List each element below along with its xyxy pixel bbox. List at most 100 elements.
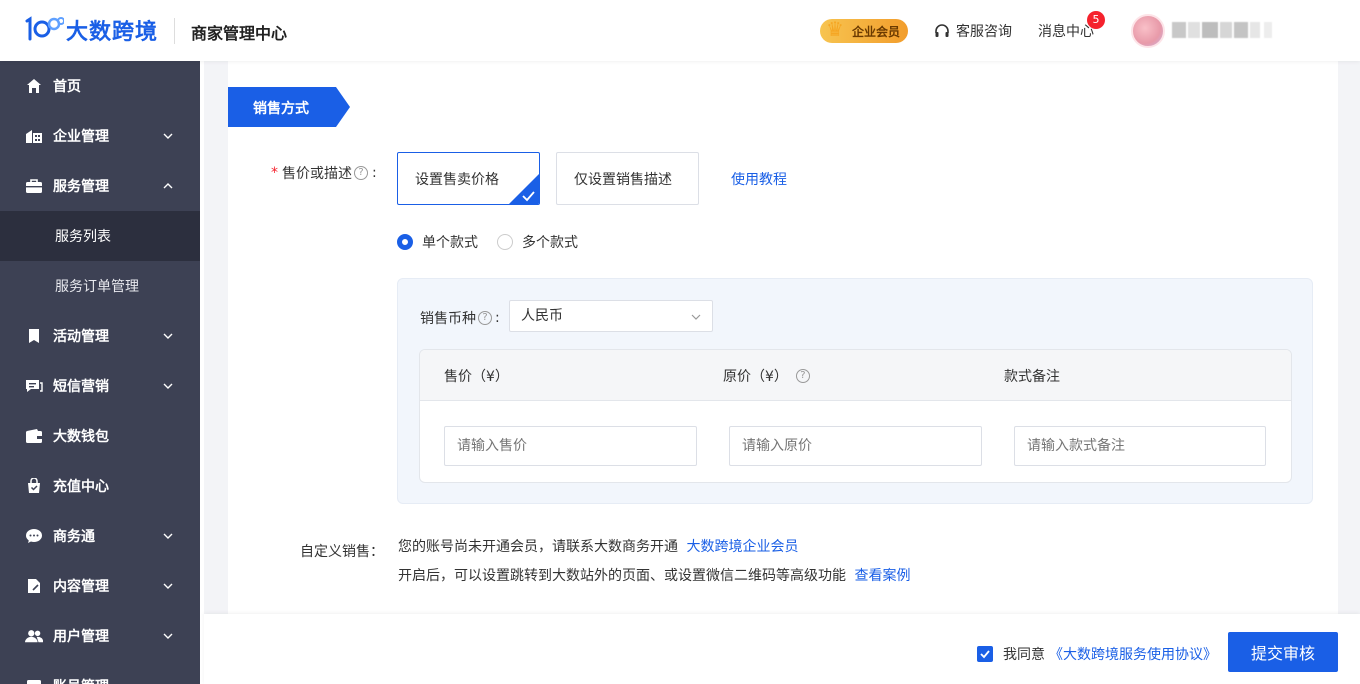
avatar[interactable] (1131, 14, 1165, 48)
agree-text: 我同意 (1003, 647, 1045, 663)
sidebar-item-activity[interactable]: 活动管理 (0, 311, 200, 361)
help-icon[interactable]: ? (478, 311, 492, 325)
system-title: 商家管理中心 (191, 24, 288, 43)
crown-icon: ♛ (826, 17, 844, 41)
radio-unchecked-icon (497, 234, 513, 250)
sidebar-item-recharge[interactable]: 充值中心 (0, 461, 200, 511)
price-table-header: 售价（¥） 原价（¥） ? 款式备注 (420, 350, 1291, 401)
custom-sales-line1: 您的账号尚未开通会员，请联系大数商务开通 大数跨境企业会员 (398, 536, 798, 556)
message-count-badge: 5 (1087, 11, 1105, 29)
sidebar-item-enterprise[interactable]: 企业管理 (0, 111, 200, 161)
customer-service-link[interactable]: 客服咨询 (934, 21, 1012, 41)
original-price-input[interactable] (729, 426, 982, 466)
header-divider (174, 18, 175, 44)
sidebar-item-label: 账号管理 (53, 676, 109, 684)
price-input[interactable] (444, 426, 697, 466)
col-original-header: 原价（¥） ? (723, 366, 810, 386)
vip-badge[interactable]: ♛ 企业会员 (820, 17, 908, 43)
sidebar-item-users[interactable]: 用户管理 (0, 611, 200, 661)
sidebar-item-home[interactable]: 首页 (0, 61, 200, 111)
radio-multi-style[interactable]: 多个款式 (497, 232, 578, 252)
price-or-desc-label: * 售价或描述 ? : (271, 163, 377, 183)
sidebar-item-label: 活动管理 (53, 329, 109, 345)
agreement-link[interactable]: 《大数跨境服务使用协议》 (1049, 644, 1217, 664)
tutorial-link[interactable]: 使用教程 (731, 169, 787, 189)
chat-icon (25, 377, 43, 395)
currency-select[interactable]: 人民币 (509, 300, 713, 332)
sidebar-item-label: 大数钱包 (53, 429, 109, 445)
briefcase-icon (25, 177, 43, 195)
currency-select-value: 人民币 (521, 308, 563, 324)
logo-mark-icon (24, 15, 65, 45)
sidebar-item-label: 首页 (53, 79, 81, 95)
sidebar-item-wallet[interactable]: 大数钱包 (0, 411, 200, 461)
sidebar-item-label: 用户管理 (53, 629, 109, 645)
col-price-header: 售价（¥） (444, 369, 509, 385)
logo-text: 大数跨境 (66, 20, 159, 45)
sidebar-item-label: 短信营销 (53, 379, 109, 395)
sidebar-subitem-service-list[interactable]: 服务列表 (0, 211, 200, 261)
view-case-link[interactable]: 查看案例 (854, 568, 910, 584)
style-radio-group: 单个款式 多个款式 (397, 232, 597, 252)
chevron-down-icon (163, 383, 173, 389)
username-blurred[interactable] (1172, 22, 1282, 38)
document-icon (25, 577, 43, 595)
option-desc-only[interactable]: 仅设置销售描述 (556, 152, 699, 205)
sidebar-item-label: 内容管理 (53, 579, 109, 595)
sidebar-subitem-service-orders[interactable]: 服务订单管理 (0, 261, 200, 311)
sidebar-item-service[interactable]: 服务管理 (0, 161, 200, 211)
chevron-down-icon (163, 533, 173, 539)
required-mark: * (271, 165, 278, 181)
enterprise-member-link[interactable]: 大数跨境企业会员 (686, 539, 798, 555)
radio-checked-icon (397, 234, 413, 250)
style-note-input[interactable] (1014, 426, 1266, 466)
customer-service-label: 客服咨询 (956, 24, 1012, 40)
option-desc-only-label: 仅设置销售描述 (574, 171, 672, 188)
logo[interactable]: 大数跨境 (24, 14, 158, 46)
account-icon (25, 677, 43, 684)
agreement-checkbox[interactable] (977, 646, 993, 662)
bag-icon (25, 477, 43, 495)
message-icon (25, 527, 43, 545)
section-title-tag: 销售方式 (228, 87, 350, 127)
help-icon[interactable]: ? (795, 369, 810, 383)
message-center-link[interactable]: 消息中心 (1038, 21, 1094, 41)
currency-label: 销售币种 ? : (420, 308, 500, 328)
building-icon (25, 127, 43, 145)
top-header: 大数跨境 商家管理中心 ♛ 企业会员 客服咨询 消息中心 5 (0, 0, 1360, 61)
radio-single-label: 单个款式 (422, 235, 478, 251)
users-icon (25, 627, 43, 645)
bookmark-icon (25, 327, 43, 345)
sidebar-subitem-label: 服务列表 (55, 229, 111, 245)
custom-sales-line2: 开启后，可以设置跳转到大数站外的页面、或设置微信二维码等高级功能 查看案例 (398, 565, 910, 585)
submit-review-button[interactable]: 提交审核 (1228, 632, 1338, 672)
option-set-price[interactable]: 设置售卖价格 (397, 152, 540, 205)
option-set-price-label: 设置售卖价格 (415, 171, 499, 188)
sidebar-item-sms[interactable]: 短信营销 (0, 361, 200, 411)
chevron-down-icon (163, 633, 173, 639)
sidebar-item-label: 充值中心 (53, 479, 109, 495)
footer-bar: 我同意 《大数跨境服务使用协议》 提交审核 (204, 614, 1360, 684)
sidebar: 首页 企业管理 服务管理 服务列表 服务订单管理 活动管理 短信营销 大数钱包 … (0, 61, 200, 684)
price-or-desc-text: 售价或描述 (282, 166, 352, 182)
custom-sales-text1: 您的账号尚未开通会员，请联系大数商务开通 (398, 539, 678, 555)
chevron-down-icon (691, 314, 701, 320)
agreement-row: 我同意 《大数跨境服务使用协议》 (977, 644, 1217, 664)
checkmark-icon (509, 174, 539, 204)
wallet-icon (25, 427, 43, 445)
sidebar-scrollbar[interactable] (200, 61, 204, 684)
custom-sales-label: 自定义销售： (300, 544, 384, 560)
help-icon[interactable]: ? (354, 166, 368, 180)
sidebar-item-business[interactable]: 商务通 (0, 511, 200, 561)
chevron-down-icon (163, 133, 173, 139)
sidebar-item-account[interactable]: 账号管理 (0, 661, 200, 684)
price-panel: 销售币种 ? : 人民币 售价（¥） 原价（¥） ? 款式备注 (397, 278, 1313, 504)
sidebar-item-label: 商务通 (53, 529, 95, 545)
home-icon (25, 77, 43, 95)
sidebar-item-content[interactable]: 内容管理 (0, 561, 200, 611)
headset-icon (935, 24, 949, 37)
label-colon: : (372, 165, 377, 181)
radio-single-style[interactable]: 单个款式 (397, 232, 478, 252)
sidebar-item-label: 服务管理 (53, 179, 109, 195)
price-table: 售价（¥） 原价（¥） ? 款式备注 (419, 349, 1292, 483)
